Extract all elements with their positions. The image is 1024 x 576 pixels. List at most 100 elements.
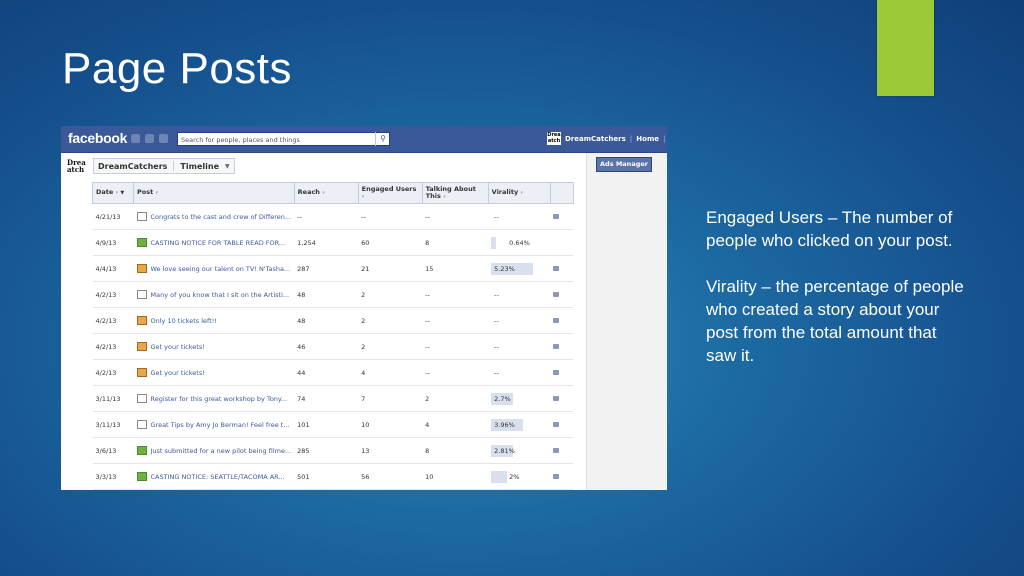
cell-actions: [550, 385, 574, 412]
post-link[interactable]: Only 10 tickets left!!: [151, 317, 218, 325]
table-row[interactable]: 4/2/13 Get your tickets! 46 2 -- --: [92, 333, 574, 360]
post-link[interactable]: We love seeing our talent on TV! N'Tasha…: [151, 265, 291, 273]
table-row[interactable]: 4/2/13 Only 10 tickets left!! 48 2 -- --: [92, 307, 574, 334]
cell-post[interactable]: Get your tickets!: [133, 359, 295, 386]
post-link[interactable]: Congrats to the cast and crew of Differe…: [151, 213, 292, 221]
promote-icon[interactable]: [553, 213, 560, 219]
table-header-row: Date ▾ ▼ Post ▾ Reach ▾ Engaged Users ▾ …: [92, 182, 574, 204]
facebook-logo[interactable]: facebook: [68, 130, 127, 146]
post-link[interactable]: CASTING NOTICE: SEATTLE/TACOMA AR...: [151, 473, 285, 481]
ads-manager-button[interactable]: Ads Manager: [596, 157, 652, 172]
post-link[interactable]: Just submitted for a new pilot being fil…: [151, 447, 292, 455]
status-post-icon: [136, 472, 147, 481]
cell-talking-about-this: 8: [422, 229, 489, 256]
cell-reach: 501: [294, 463, 359, 490]
post-link[interactable]: Register for this great workshop by Tony…: [151, 395, 288, 403]
search-input[interactable]: Search for people, places and things: [177, 132, 390, 146]
column-header-actions: [549, 182, 574, 204]
table-row[interactable]: 4/21/13 Congrats to the cast and crew of …: [92, 203, 574, 230]
friend-requests-icon[interactable]: [131, 134, 140, 143]
cell-virality: --: [488, 307, 551, 334]
column-header-reach[interactable]: Reach ▾: [293, 182, 359, 204]
column-header-talking-about-this[interactable]: Talking About This ▾: [421, 182, 489, 204]
table-row[interactable]: 4/9/13 CASTING NOTICE FOR TABLE READ FOR.…: [92, 229, 574, 256]
page-name-link[interactable]: DreamCatchers: [565, 135, 626, 143]
virality-bar-wrap: 0.64%: [491, 236, 547, 249]
page-thumbnail[interactable]: Drea atch: [547, 132, 561, 145]
search-icon[interactable]: ⚲: [375, 132, 390, 146]
cell-post[interactable]: Many of you know that I sit on the Artis…: [133, 281, 295, 308]
virality-bar-wrap: --: [491, 367, 547, 379]
virality-value: 2%: [509, 472, 520, 481]
note-virality: Virality – the percentage of people who …: [706, 277, 964, 365]
virality-value: 2.7%: [494, 394, 511, 403]
table-row[interactable]: 3/11/13 Great Tips by Amy Jo Berman! Feel…: [92, 411, 574, 438]
chevron-down-icon: ▼: [225, 162, 230, 170]
cell-date: 4/9/13: [92, 229, 134, 256]
cell-post[interactable]: CASTING NOTICE: SEATTLE/TACOMA AR...: [133, 463, 295, 490]
page-selector[interactable]: DreamCatchers Timeline ▼: [93, 158, 235, 174]
cell-actions: [550, 359, 574, 386]
column-header-virality[interactable]: Virality ▾: [487, 182, 551, 204]
table-row[interactable]: 3/11/13 Register for this great workshop …: [92, 385, 574, 412]
column-header-engaged-users[interactable]: Engaged Users ▾: [357, 182, 423, 204]
cell-actions: [550, 333, 574, 360]
cell-post[interactable]: Congrats to the cast and crew of Differe…: [133, 203, 295, 230]
virality-bar-wrap: 3.96%: [491, 418, 547, 431]
virality-value: 0.64%: [509, 238, 530, 247]
cell-post[interactable]: CASTING NOTICE FOR TABLE READ FOR...: [133, 229, 295, 256]
messages-icon[interactable]: [145, 134, 154, 143]
post-link[interactable]: Get your tickets!: [151, 343, 205, 351]
link-post-icon: [136, 420, 147, 429]
cell-date: 4/2/13: [92, 281, 134, 308]
cell-actions: [550, 281, 574, 308]
notifications-icon[interactable]: [159, 134, 168, 143]
post-link[interactable]: Great Tips by Amy Jo Berman! Feel free t…: [151, 421, 290, 429]
promote-icon[interactable]: [553, 369, 560, 375]
home-link[interactable]: Home: [636, 135, 659, 143]
cell-talking-about-this: --: [422, 333, 489, 360]
post-link[interactable]: Many of you know that I sit on the Artis…: [151, 291, 290, 299]
promote-icon[interactable]: [553, 291, 560, 297]
cell-talking-about-this: 8: [422, 437, 489, 464]
cell-virality: --: [488, 281, 551, 308]
table-row[interactable]: 4/2/13 Many of you know that I sit on the…: [92, 281, 574, 308]
cell-post[interactable]: Just submitted for a new pilot being fil…: [133, 437, 295, 464]
cell-engaged-users: 60: [358, 229, 423, 256]
post-link[interactable]: Get your tickets!: [151, 369, 205, 377]
cell-date: 4/2/13: [92, 359, 134, 386]
promote-icon[interactable]: [553, 447, 560, 453]
cell-talking-about-this: 4: [422, 411, 489, 438]
promote-icon[interactable]: [553, 473, 560, 479]
cell-talking-about-this: 15: [422, 255, 489, 282]
photo-post-icon: [136, 368, 147, 377]
promote-icon[interactable]: [553, 395, 560, 401]
column-header-post[interactable]: Post ▾: [133, 182, 295, 204]
table-row[interactable]: 4/2/13 Get your tickets! 44 4 -- --: [92, 359, 574, 386]
promote-icon[interactable]: [553, 343, 560, 349]
cell-post[interactable]: Register for this great workshop by Tony…: [133, 385, 295, 412]
cell-virality: 2.7%: [488, 385, 551, 412]
promote-icon[interactable]: [553, 265, 560, 271]
virality-bar-wrap: 2.7%: [491, 392, 547, 405]
nav-divider: |: [629, 134, 633, 143]
page-posts-table: Date ▾ ▼ Post ▾ Reach ▾ Engaged Users ▾ …: [92, 182, 574, 490]
promote-icon[interactable]: [553, 421, 560, 427]
cell-date: 3/6/13: [92, 437, 134, 464]
status-post-icon: [136, 238, 147, 247]
cell-post[interactable]: Get your tickets!: [133, 333, 295, 360]
promote-icon[interactable]: [553, 317, 560, 323]
column-header-date[interactable]: Date ▾ ▼: [92, 182, 134, 204]
timeline-label: Timeline: [180, 161, 219, 171]
table-row[interactable]: 4/4/13 We love seeing our talent on TV! N…: [92, 255, 574, 282]
note-engaged-users: Engaged Users – The number of people who…: [706, 208, 953, 250]
table-row[interactable]: 3/6/13 Just submitted for a new pilot bei…: [92, 437, 574, 464]
page-selector-name: DreamCatchers: [98, 161, 168, 171]
cell-post[interactable]: Only 10 tickets left!!: [133, 307, 295, 334]
virality-value: 5.23%: [494, 264, 515, 273]
virality-value: --: [494, 212, 499, 221]
table-row[interactable]: 3/3/13 CASTING NOTICE: SEATTLE/TACOMA AR.…: [92, 463, 574, 490]
cell-post[interactable]: Great Tips by Amy Jo Berman! Feel free t…: [133, 411, 295, 438]
cell-post[interactable]: We love seeing our talent on TV! N'Tasha…: [133, 255, 295, 282]
post-link[interactable]: CASTING NOTICE FOR TABLE READ FOR...: [151, 239, 286, 247]
